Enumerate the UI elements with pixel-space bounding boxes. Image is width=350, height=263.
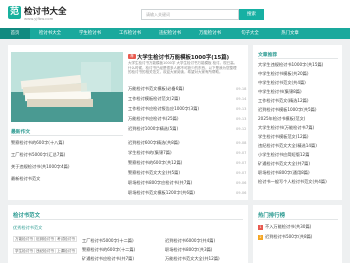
recommend-item[interactable]: 检讨书一般写个人检讨书范文(共4篇) <box>258 179 340 185</box>
recommend-item[interactable]: 小学生检讨书应简短版12篇 <box>258 152 340 158</box>
nav-jiantaoshu[interactable]: 检讨书大全 <box>30 28 70 39</box>
list-item[interactable]: 警察检讨书的600字(十二篇) <box>82 247 160 253</box>
recommend-item[interactable]: 中学生检讨书范文(共4篇) <box>258 80 340 86</box>
list-item[interactable]: 警察检讨书的600字(十八篇) <box>11 140 123 146</box>
tag-link[interactable]: 上课检讨书 <box>55 248 77 254</box>
list-item[interactable]: 万能检讨书范文大全(共12篇) <box>165 256 245 262</box>
rank-number: 1 <box>258 225 263 230</box>
recommend-item[interactable]: 矿通检讨书范文大全(共7篇) <box>258 161 340 167</box>
list-item[interactable]: 工作检讨书应检讨报告应1000字(3篇) <box>128 106 223 112</box>
recommend-item[interactable]: 中学生检讨书(集锦8篇) <box>258 89 340 95</box>
featured-image[interactable] <box>11 52 123 122</box>
recommend-item[interactable]: 2025年检讨书模板(范文) <box>258 116 340 122</box>
list-date: 09-13 <box>236 107 247 111</box>
list-item[interactable]: 迟到检讨600字精选(共8篇) <box>128 140 223 146</box>
nav-student[interactable]: 学生检讨书 <box>70 28 110 39</box>
featured-description: 大学生检讨书万能模板1000字 大学生检讨书万能模板 检讨。现已高。什么时候，检… <box>128 61 238 75</box>
list-item[interactable]: 警察检讨书范文大全(共5篇) <box>128 170 223 176</box>
tag-link[interactable]: 学生检讨书 <box>13 248 35 254</box>
recommend-item[interactable]: 学生检讨书模板范文(12篇) <box>258 134 340 140</box>
bottom-panel <box>8 205 248 263</box>
list-item[interactable]: 学生检讨书的(集锦7篇) <box>128 150 223 156</box>
hot-item[interactable]: 迟到检讨书500字(共8篇) <box>265 234 340 240</box>
tag-link[interactable]: 违纪检讨书 <box>34 248 56 254</box>
hot-item[interactable]: 不入万能检讨书(共30篇) <box>265 224 340 230</box>
list-item[interactable]: 工作检讨模板检讨范文(2篇) <box>128 96 223 102</box>
list-date: 09-06 <box>236 181 247 185</box>
rank-number: 2 <box>258 235 263 240</box>
bottom-heading: 检讨书范文 <box>13 213 40 219</box>
list-item[interactable]: 迟到检讨1000字精选(5篇) <box>128 126 223 132</box>
list-item[interactable]: 警察检讨书的600字(共12篇) <box>128 160 223 166</box>
logo-icon[interactable]: 范 <box>8 6 21 19</box>
books-illustration-icon <box>11 52 123 122</box>
list-item[interactable]: 迟到检讨书6000字(共4篇) <box>165 238 245 244</box>
list-date: 09-06 <box>236 191 247 195</box>
list-item[interactable]: 工厂检讨书5000字(汇总7篇) <box>11 152 123 158</box>
sidebar-recommend <box>253 45 342 200</box>
tag-link[interactable]: 万能检讨书 <box>13 236 35 242</box>
latest-heading: 最新作文 <box>11 130 31 135</box>
list-item[interactable]: 职场检讨书范文模板1200字(共6篇) <box>128 190 223 196</box>
nav-home[interactable]: 首页 <box>0 28 30 39</box>
list-date: 09-13 <box>236 117 247 121</box>
tag-link[interactable]: 考试检讨书 <box>55 236 77 242</box>
recommend-item[interactable]: 工作检讨书范文(精选12篇) <box>258 98 340 104</box>
recommend-item[interactable]: 违纪检讨书范文大全(精选14篇) <box>258 143 340 149</box>
list-item[interactable]: 工厂检讨书5000字(十二篇) <box>82 238 160 244</box>
nav-sentences[interactable]: 句子大全 <box>230 28 270 39</box>
tag-link[interactable]: 迟到检讨书 <box>34 236 56 242</box>
list-item[interactable]: 万能检讨书应检讨书(25篇) <box>128 116 223 122</box>
search-input[interactable]: 请输入关键词 <box>141 9 239 20</box>
hot-heading: 热门排行榜 <box>258 213 285 219</box>
list-item[interactable]: 最新检讨书范文 <box>11 176 123 182</box>
recommend-heading: 文章推荐 <box>258 53 278 58</box>
hot-badge: 荐 <box>128 54 136 59</box>
nav-universal[interactable]: 万能检讨书 <box>190 28 230 39</box>
divider <box>258 219 338 220</box>
nav-hot[interactable]: 热门文章 <box>270 28 310 39</box>
divider <box>13 219 243 220</box>
list-item[interactable]: 关于违规检讨书(共1000字4篇) <box>11 164 123 170</box>
list-item[interactable]: 职场检讨书800字应检讨书(共7篇) <box>128 180 223 186</box>
recommend-item[interactable]: 迟到检讨书模板1000字(共5篇) <box>258 107 340 113</box>
list-item[interactable]: 万能检讨书范文模板(必备6篇) <box>128 86 223 92</box>
recommend-item[interactable]: 大学生违规检讨书1000字(共15篇) <box>258 62 340 68</box>
list-item[interactable]: 职场检讨书800字(共3篇) <box>165 247 245 253</box>
site-url: www.yjfbw.com <box>24 16 54 21</box>
divider <box>11 135 123 136</box>
divider <box>258 58 338 59</box>
recommend-item[interactable]: 中学生检讨书模板(共20篇) <box>258 71 340 77</box>
list-date: 09-07 <box>236 161 247 165</box>
nav-discipline[interactable]: 违纪检讨书 <box>150 28 190 39</box>
list-date: 09-14 <box>236 97 247 101</box>
featured-title[interactable]: 大学生检讨书万能模板1000字(15篇) <box>137 53 247 61</box>
recommend-item[interactable]: 职场检讨书800字(通用8篇) <box>258 170 340 176</box>
bottom-subheading: 优秀检讨书范文 <box>13 225 43 230</box>
list-date: 09-07 <box>236 151 247 155</box>
recommend-item[interactable]: 大学生检讨书(万能检讨书7篇) <box>258 125 340 131</box>
list-date: 09-18 <box>236 87 247 91</box>
list-date: 09-07 <box>236 171 247 175</box>
nav-work[interactable]: 工作检讨书 <box>110 28 150 39</box>
list-item[interactable]: 矿通检讨书应检讨书(共7篇) <box>82 256 160 262</box>
list-date: 09-08 <box>236 141 247 145</box>
search-button[interactable]: 搜索 <box>239 9 264 20</box>
list-date: 09-12 <box>236 127 247 131</box>
